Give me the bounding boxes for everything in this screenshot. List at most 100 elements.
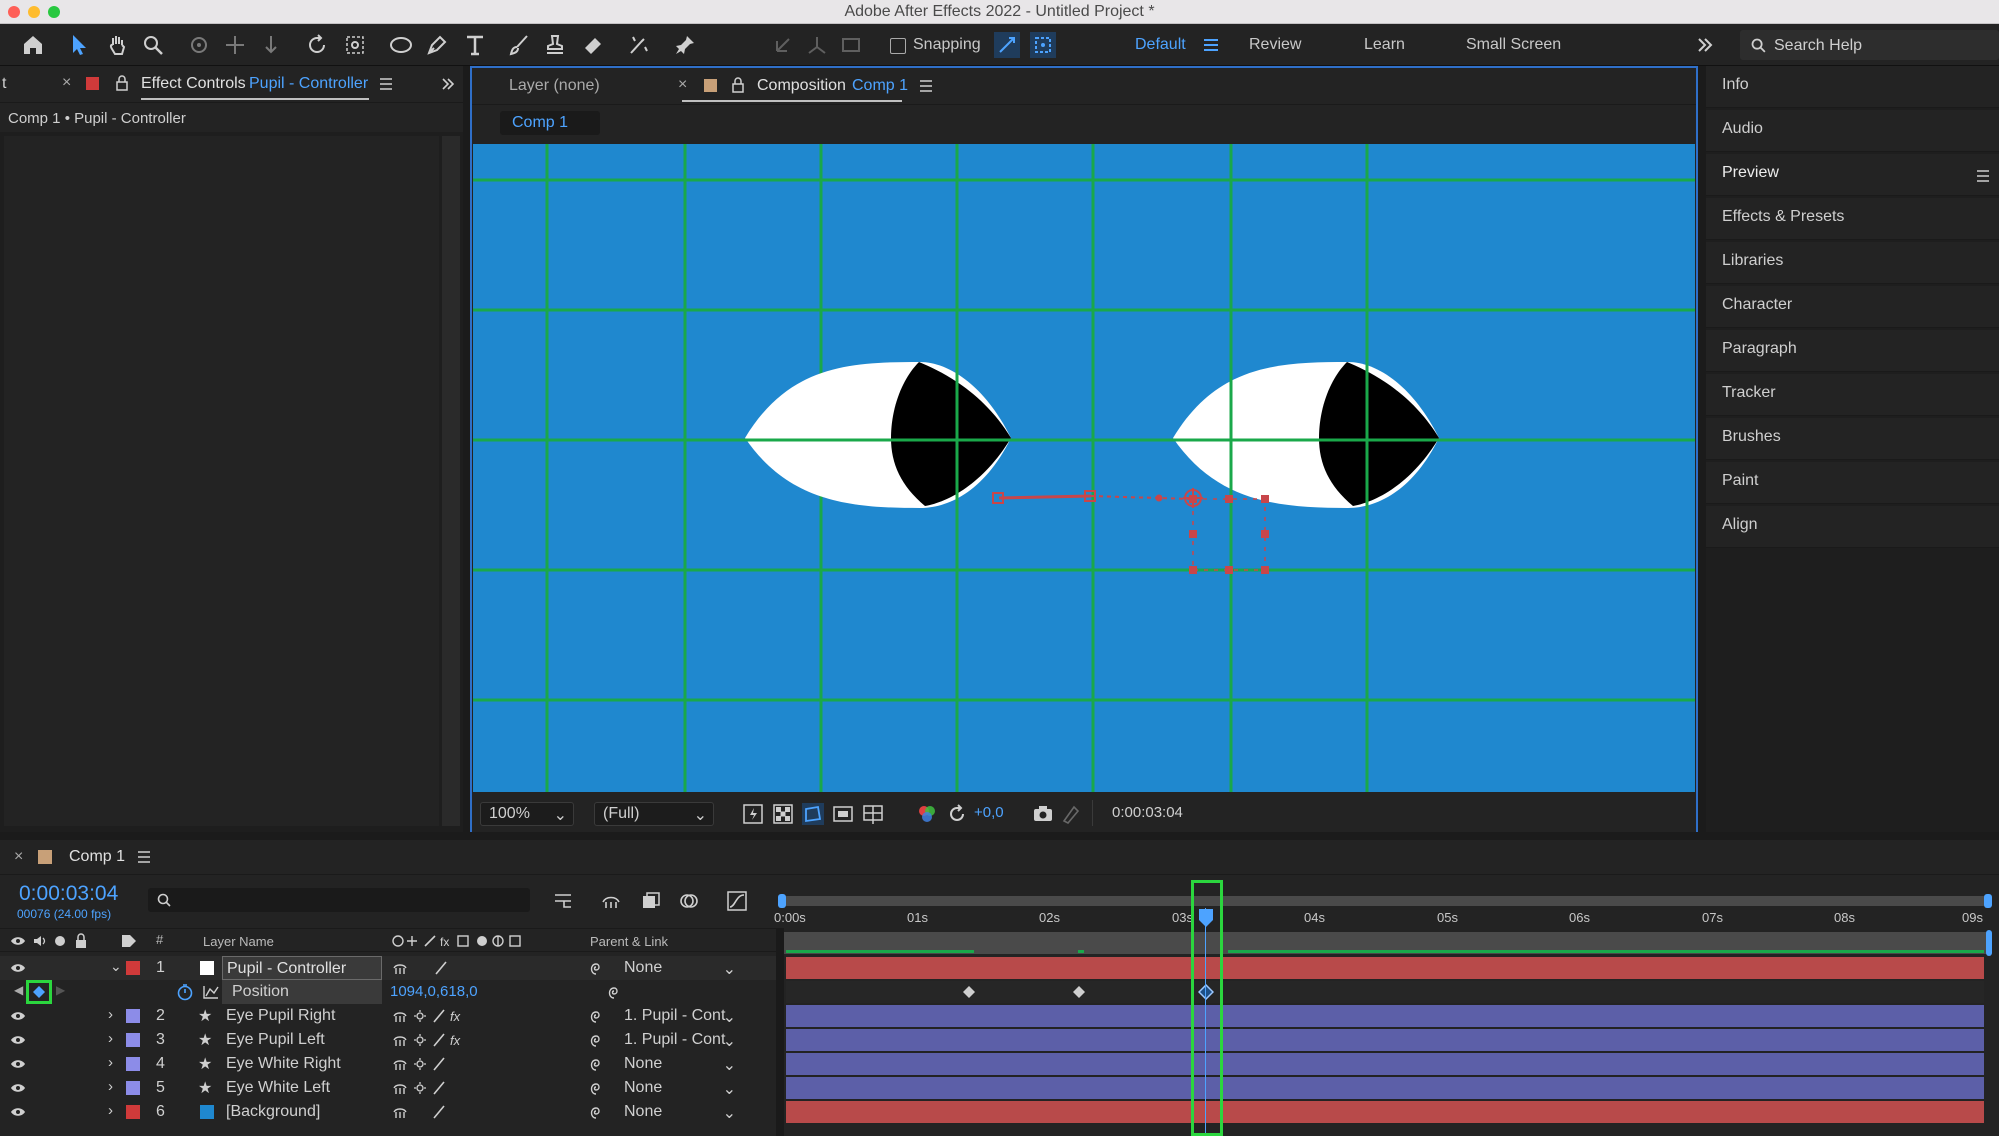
- visibility-eye-icon[interactable]: [10, 1009, 26, 1023]
- expand-panels-icon[interactable]: [440, 76, 456, 92]
- close-tab-icon[interactable]: ×: [678, 76, 687, 94]
- workspace-small-screen[interactable]: Small Screen: [1466, 36, 1561, 54]
- visibility-eye-icon[interactable]: [10, 1105, 26, 1119]
- eraser-tool-icon[interactable]: [580, 32, 606, 58]
- reset-exposure-icon[interactable]: [946, 803, 968, 825]
- parent-dropdown[interactable]: None ⌄: [620, 1077, 742, 1099]
- grid-guides-icon[interactable]: [862, 803, 884, 825]
- workspace-review[interactable]: Review: [1249, 36, 1301, 54]
- dolly-camera-icon[interactable]: [258, 32, 284, 58]
- panel-tracker[interactable]: Tracker: [1706, 374, 1999, 416]
- show-snapshot-icon[interactable]: [1060, 803, 1082, 825]
- layer-row-3[interactable]: › 3 ★ Eye Pupil Left fx 1. Pupil - Cont …: [0, 1028, 776, 1052]
- exposure-value[interactable]: +0,0: [974, 804, 1004, 821]
- pick-whip-icon[interactable]: [588, 1080, 604, 1096]
- comp-navigator-chip[interactable]: Comp 1: [500, 111, 600, 135]
- brush-tool-icon[interactable]: [506, 32, 532, 58]
- ellipse-tool-icon[interactable]: [388, 32, 414, 58]
- panel-align[interactable]: Align: [1706, 506, 1999, 548]
- parent-dropdown[interactable]: None ⌄: [620, 957, 742, 979]
- label-color-chip[interactable]: [126, 1009, 140, 1023]
- close-tab-icon[interactable]: ×: [62, 74, 71, 92]
- comp-flowchart-icon[interactable]: [552, 890, 574, 912]
- axis-world-icon[interactable]: [804, 32, 830, 58]
- panel-paint[interactable]: Paint: [1706, 462, 1999, 504]
- panel-character[interactable]: Character: [1706, 286, 1999, 328]
- lock-icon[interactable]: [114, 75, 130, 91]
- axis-view-icon[interactable]: [838, 32, 864, 58]
- visibility-eye-icon[interactable]: [10, 1057, 26, 1071]
- pick-whip-icon[interactable]: [588, 960, 604, 976]
- close-tab-icon[interactable]: ×: [14, 848, 23, 866]
- layer-name[interactable]: Eye Pupil Left: [226, 1031, 325, 1049]
- home-icon[interactable]: [20, 32, 46, 58]
- graph-icon[interactable]: [202, 984, 220, 1000]
- layer-switches[interactable]: [392, 1057, 512, 1071]
- stopwatch-icon[interactable]: [176, 983, 194, 1001]
- snapping-checkbox[interactable]: [890, 38, 906, 54]
- motion-blur-icon[interactable]: [678, 890, 700, 912]
- label-color-chip[interactable]: [126, 1057, 140, 1071]
- navigator-end-handle[interactable]: [1986, 930, 1992, 956]
- layer-bar-2[interactable]: [786, 1005, 1984, 1027]
- col-parent-link[interactable]: Parent & Link: [590, 934, 668, 949]
- prev-keyframe-icon[interactable]: ◀: [14, 983, 23, 997]
- zoom-tool-icon[interactable]: [140, 32, 166, 58]
- solo-switch-icon[interactable]: [54, 935, 66, 947]
- layer-name[interactable]: Eye White Right: [226, 1055, 341, 1073]
- layer-bar-5[interactable]: [786, 1077, 1984, 1099]
- axis-local-icon[interactable]: [770, 32, 796, 58]
- snap-features-icon[interactable]: [1030, 32, 1056, 58]
- label-color-chip[interactable]: [126, 1033, 140, 1047]
- pan-camera-icon[interactable]: [222, 32, 248, 58]
- add-keyframe-icon[interactable]: [33, 986, 45, 998]
- label-color-chip[interactable]: [126, 1081, 140, 1095]
- viewer-timecode[interactable]: 0:00:03:04: [1112, 804, 1183, 821]
- parent-dropdown[interactable]: None ⌄: [620, 1053, 742, 1075]
- resolution-dropdown[interactable]: (Full) ⌄: [594, 802, 714, 826]
- pick-whip-icon[interactable]: [606, 984, 622, 1000]
- layer-bar-1[interactable]: [786, 957, 1984, 979]
- label-color-chip[interactable]: [126, 1105, 140, 1119]
- effect-controls-tab-layer[interactable]: Pupil - Controller: [249, 75, 368, 93]
- layer-switches[interactable]: [392, 1105, 452, 1119]
- position-value[interactable]: 1094,0,618,0: [390, 983, 478, 1000]
- visibility-eye-icon[interactable]: [10, 1033, 26, 1047]
- layer-bar-3[interactable]: [786, 1029, 1984, 1051]
- pick-whip-icon[interactable]: [588, 1104, 604, 1120]
- lock-icon[interactable]: [730, 77, 746, 93]
- keyframe-marker[interactable]: [963, 986, 975, 998]
- shy-switch-icon[interactable]: [392, 961, 408, 975]
- layer-row-2[interactable]: › 2 ★ Eye Pupil Right fx 1. Pupil - Cont…: [0, 1004, 776, 1028]
- work-area-end-handle[interactable]: [1984, 894, 1992, 908]
- quality-switch-icon[interactable]: [434, 961, 448, 975]
- camera-snapshot-icon[interactable]: [1032, 803, 1054, 825]
- panel-menu-icon[interactable]: [136, 849, 152, 865]
- workspace-learn[interactable]: Learn: [1364, 36, 1405, 54]
- panel-preview[interactable]: Preview: [1706, 154, 1999, 196]
- collapse-chevron-icon[interactable]: ⌄: [110, 958, 122, 975]
- panel-effects-presets[interactable]: Effects & Presets: [1706, 198, 1999, 240]
- property-row-position[interactable]: ◀ ▶ Position 1094,0,618,0: [0, 980, 776, 1004]
- hand-tool-icon[interactable]: [104, 32, 130, 58]
- layer-name[interactable]: Eye White Left: [226, 1079, 330, 1097]
- panel-menu-icon[interactable]: [1975, 168, 1991, 184]
- expand-chevron-icon[interactable]: ›: [108, 1078, 113, 1095]
- puppet-pin-tool-icon[interactable]: [672, 32, 698, 58]
- label-tag-icon[interactable]: [120, 933, 138, 949]
- parent-dropdown[interactable]: 1. Pupil - Cont ⌄: [620, 1005, 742, 1027]
- layer-switches[interactable]: [392, 1081, 512, 1095]
- graph-editor-icon[interactable]: [726, 890, 748, 912]
- anchor-point-tool-icon[interactable]: [342, 32, 368, 58]
- panel-libraries[interactable]: Libraries: [1706, 242, 1999, 284]
- shy-layers-icon[interactable]: [600, 890, 622, 912]
- lock-switch-icon[interactable]: [74, 933, 88, 949]
- project-tab-stub[interactable]: t: [2, 75, 6, 93]
- panel-paragraph[interactable]: Paragraph: [1706, 330, 1999, 372]
- visibility-eye-icon[interactable]: [10, 1081, 26, 1095]
- property-name-field[interactable]: Position: [222, 980, 382, 1004]
- workspace-default[interactable]: Default: [1135, 36, 1186, 54]
- keyframe-marker[interactable]: [1073, 986, 1085, 998]
- clone-stamp-tool-icon[interactable]: [542, 32, 568, 58]
- layer-bar-6[interactable]: [786, 1101, 1984, 1123]
